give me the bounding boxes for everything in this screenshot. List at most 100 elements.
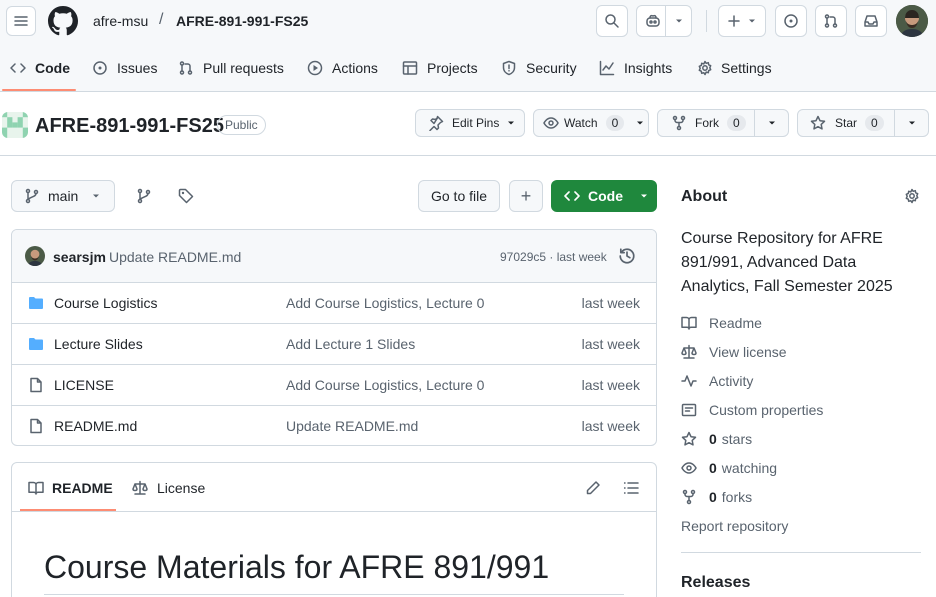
code-button-label: Code [588,188,623,204]
file-time: last week [581,418,640,434]
table-row[interactable]: Lecture Slides Add Lecture 1 Slides last… [12,323,656,364]
go-to-file-button[interactable]: Go to file [418,180,500,212]
fork-label: Fork [695,116,719,130]
commit-author-avatar[interactable] [25,246,45,266]
table-row[interactable]: README.md Update README.md last week [12,405,656,445]
custom-properties-link[interactable]: Custom properties [681,402,823,418]
file-commit-message[interactable]: Add Course Logistics, Lecture 0 [286,377,484,393]
branch-selector[interactable]: main [11,180,115,212]
edit-readme-button[interactable] [585,480,601,496]
book-icon [681,316,697,330]
tab-code[interactable]: Code [10,60,70,76]
tab-actions[interactable]: Actions [307,60,378,76]
star-button[interactable]: Star 0 [797,109,929,137]
readme-link-label: Readme [709,315,762,331]
chevron-down-icon[interactable] [766,117,778,129]
code-icon [10,63,26,73]
list-icon [623,482,639,494]
license-link[interactable]: View license [681,344,787,360]
releases-heading[interactable]: Releases [681,574,750,592]
fork-button[interactable]: Fork 0 [657,109,789,137]
file-name[interactable]: Course Logistics [54,295,158,311]
tab-license[interactable]: License [132,480,205,496]
tab-pull-requests[interactable]: Pull requests [178,60,284,76]
branches-link[interactable] [136,188,152,204]
tab-settings[interactable]: Settings [697,60,772,76]
branch-icon [25,188,39,204]
tab-insights[interactable]: Insights [599,60,672,76]
edit-pins-button[interactable]: Edit Pins [415,109,525,137]
forks-label: forks [721,489,753,505]
report-repository-link[interactable]: Report repository [681,518,788,534]
file-name[interactable]: Lecture Slides [54,336,143,352]
file-commit-message[interactable]: Add Lecture 1 Slides [286,336,415,352]
play-icon [307,60,323,76]
history-button[interactable] [618,247,636,265]
identicon-icon [2,112,28,138]
create-new-button[interactable] [718,5,766,37]
chevron-down-icon[interactable] [906,117,918,129]
tab-readme[interactable]: README [28,480,113,496]
branch-label: main [48,188,79,204]
watch-button[interactable]: Watch 0 [533,109,649,137]
repo-link[interactable]: AFRE-891-991-FS25 [176,13,308,29]
tab-code-label: Code [35,60,70,76]
pull-request-icon [824,14,838,28]
github-logo[interactable] [48,6,78,36]
file-table: searsjm Update README.md 97029c5 · last … [11,229,657,446]
forks-link[interactable]: 0 forks [681,489,752,505]
file-commit-message[interactable]: Update README.md [286,418,418,434]
tab-issues[interactable]: Issues [92,60,157,76]
file-name[interactable]: LICENSE [54,377,114,393]
pulse-icon [681,375,697,387]
search-button[interactable] [596,5,628,37]
about-description: Course Repository for AFRE 891/991, Adva… [681,230,893,295]
commit-message[interactable]: Update README.md [109,249,241,265]
tags-link[interactable] [178,188,194,204]
table-row[interactable]: Course Logistics Add Course Logistics, L… [12,282,656,323]
file-name[interactable]: README.md [54,418,137,434]
star-count: 0 [865,115,884,131]
add-file-button[interactable]: + [509,180,543,212]
inbox-button[interactable] [855,5,887,37]
copilot-button[interactable] [636,5,692,37]
code-button[interactable]: Code [551,180,657,212]
file-time: last week [581,377,640,393]
watching-label: watching [721,460,778,476]
activity-link[interactable]: Activity [681,373,753,389]
watching-link[interactable]: 0 watching [681,460,777,476]
github-icon [48,6,78,36]
outline-button[interactable] [623,480,639,496]
readme-tabs-divider [12,511,656,512]
stars-link[interactable]: 0 stars [681,431,752,447]
law-icon [681,344,697,359]
issue-icon [93,61,107,75]
commit-sha-time[interactable]: 97029c5 · last week [500,250,607,264]
tab-projects[interactable]: Projects [402,60,478,76]
tab-settings-label: Settings [721,60,772,76]
forks-count: 0 [709,489,717,505]
eye-icon [543,117,559,129]
commit-author[interactable]: searsjm [53,249,106,265]
folder-icon [29,297,43,309]
readme-panel: README License Course Materials for AFRE… [11,462,657,597]
table-row[interactable]: LICENSE Add Course Logistics, Lecture 0 … [12,364,656,405]
user-avatar[interactable] [896,5,928,37]
tab-security[interactable]: Security [501,60,577,76]
issues-button[interactable] [775,5,807,37]
about-settings-button[interactable] [904,188,920,204]
fork-divider [754,110,755,136]
repo-title[interactable]: AFRE-891-991-FS25 [35,115,224,138]
tab-issues-label: Issues [117,60,158,76]
owner-link[interactable]: afre-msu [93,13,148,29]
readme-link[interactable]: Readme [681,315,762,331]
table-icon [402,61,418,75]
avatar-icon [896,5,928,37]
file-commit-message[interactable]: Add Course Logistics, Lecture 0 [286,295,484,311]
pull-requests-button[interactable] [815,5,847,37]
chevron-down-icon[interactable] [673,15,685,27]
stars-label: stars [721,431,753,447]
hamburger-menu-button[interactable] [6,6,36,36]
history-icon [619,248,635,264]
header-divider [706,10,707,32]
